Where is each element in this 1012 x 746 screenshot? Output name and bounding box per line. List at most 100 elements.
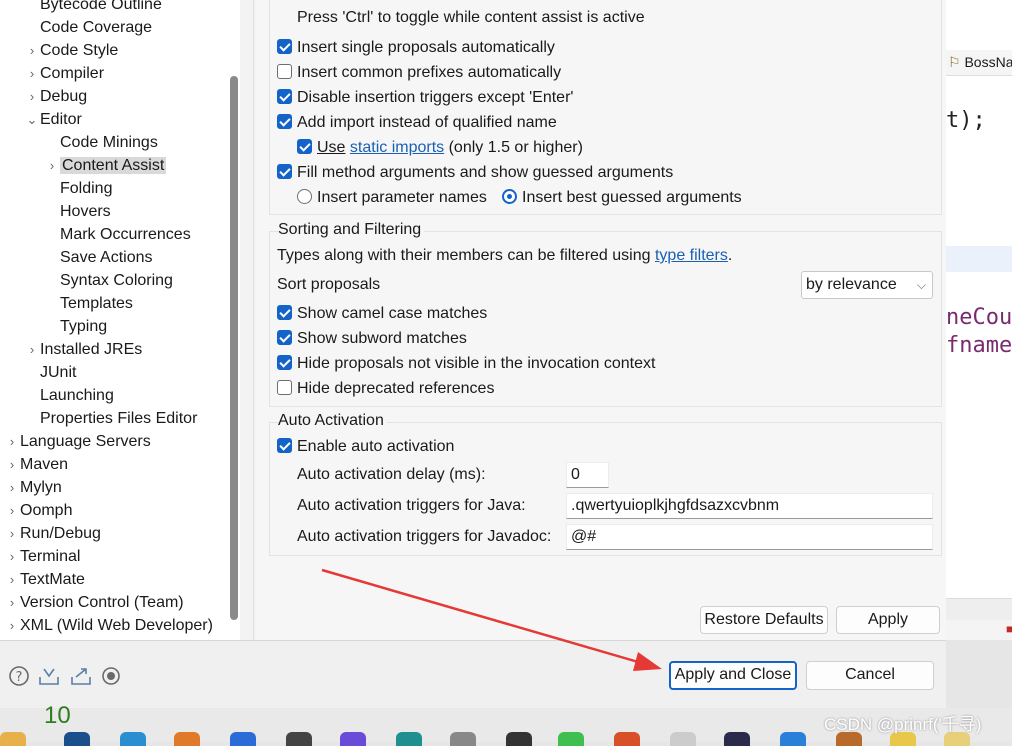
tree-item[interactable]: Typing xyxy=(44,316,107,337)
fill-arguments-checkbox[interactable]: Fill method arguments and show guessed a… xyxy=(277,162,673,184)
camel-case-checkbox[interactable]: Show camel case matches xyxy=(277,303,487,325)
app-icon[interactable] xyxy=(558,732,584,746)
tree-item[interactable]: Bytecode Outline xyxy=(24,0,162,15)
app-icon[interactable] xyxy=(614,732,640,746)
tree-item[interactable]: › TextMate xyxy=(4,569,85,590)
app-icon[interactable] xyxy=(670,732,696,746)
chevron-right-icon[interactable]: › xyxy=(4,454,20,475)
enable-auto-activation-checkbox[interactable]: Enable auto activation xyxy=(277,436,454,458)
tree-item[interactable]: › Run/Debug xyxy=(4,523,101,544)
chevron-right-icon[interactable]: › xyxy=(4,615,20,636)
chevron-down-icon[interactable]: ⌄ xyxy=(24,109,40,130)
tree-item-label: Code Coverage xyxy=(40,19,153,36)
chevron-right-icon[interactable]: › xyxy=(4,569,20,590)
subword-checkbox[interactable]: Show subword matches xyxy=(277,328,467,350)
content-assist-page: Press 'Ctrl' to toggle while content ass… xyxy=(256,0,946,640)
folder-icon[interactable] xyxy=(0,732,26,746)
tree-scrollbar[interactable] xyxy=(230,76,238,620)
chevron-right-icon[interactable]: › xyxy=(4,546,20,567)
static-imports-link[interactable]: static imports xyxy=(350,139,444,156)
app-icon[interactable] xyxy=(286,732,312,746)
chevron-right-icon[interactable]: › xyxy=(44,155,60,176)
editor-tab[interactable]: ⚐ BossNa xyxy=(946,50,1012,76)
hide-deprecated-checkbox[interactable]: Hide deprecated references xyxy=(277,378,494,400)
tree-item[interactable]: Folding xyxy=(44,178,112,199)
tree-item[interactable]: › XML (Wild Web Developer) xyxy=(4,615,213,636)
tree-item[interactable]: › Installed JREs xyxy=(24,339,142,360)
tree-item[interactable]: › Terminal xyxy=(4,546,81,567)
app-icon[interactable] xyxy=(724,732,750,746)
use-static-imports-checkbox[interactable]: Use static imports (only 1.5 or higher) xyxy=(297,137,583,159)
checkbox-label: Insert common prefixes automatically xyxy=(297,64,562,81)
app-icon[interactable] xyxy=(174,732,200,746)
tree-item[interactable]: Properties Files Editor xyxy=(24,408,197,429)
help-icon[interactable]: ? xyxy=(8,665,30,687)
tree-item[interactable]: ⌄ Editor xyxy=(24,109,82,130)
tree-item-label: Editor xyxy=(40,111,82,128)
tree-item[interactable]: Templates xyxy=(44,293,133,314)
tree-item[interactable]: › Maven xyxy=(4,454,68,475)
console-close-icon[interactable]: ■ xyxy=(1006,622,1012,636)
restore-defaults-button[interactable]: Restore Defaults xyxy=(700,606,828,634)
radio-unselected-icon xyxy=(297,189,312,205)
app-icon[interactable] xyxy=(450,732,476,746)
chevron-right-icon[interactable]: › xyxy=(24,40,40,61)
tree-item[interactable]: › Debug xyxy=(24,86,87,107)
app-icon[interactable] xyxy=(64,732,90,746)
tree-item[interactable]: › Content Assist xyxy=(44,155,167,176)
app-icon[interactable] xyxy=(230,732,256,746)
app-icon[interactable] xyxy=(780,732,806,746)
tree-item[interactable]: Syntax Coloring xyxy=(44,270,173,291)
add-import-checkbox[interactable]: Add import instead of qualified name xyxy=(277,112,557,134)
tree-item-label: Language Servers xyxy=(20,433,151,450)
chevron-right-icon[interactable]: › xyxy=(4,592,20,613)
tree-item[interactable]: JUnit xyxy=(24,362,76,383)
tree-item[interactable]: Mark Occurrences xyxy=(44,224,191,245)
javadoc-triggers-input[interactable]: @# xyxy=(566,524,933,550)
chevron-right-icon[interactable]: › xyxy=(4,523,20,544)
sort-proposals-select[interactable]: by relevance ⌵ xyxy=(801,271,933,299)
checkbox-unchecked-icon xyxy=(277,380,292,396)
app-icon[interactable] xyxy=(506,732,532,746)
apply-and-close-button[interactable]: Apply and Close xyxy=(669,661,797,690)
delay-input[interactable]: 0 xyxy=(566,462,609,488)
tree-item[interactable]: Code Minings xyxy=(44,132,158,153)
chevron-right-icon[interactable]: › xyxy=(4,477,20,498)
tree-item[interactable]: › Language Servers xyxy=(4,431,151,452)
javadoc-triggers-label: Auto activation triggers for Javadoc: xyxy=(297,528,552,545)
chevron-right-icon[interactable]: › xyxy=(4,500,20,521)
tree-item[interactable]: Code Coverage xyxy=(24,17,152,38)
insert-best-guessed-radio[interactable]: Insert best guessed arguments xyxy=(502,187,742,209)
record-icon[interactable] xyxy=(100,665,122,687)
chevron-right-icon[interactable]: › xyxy=(4,431,20,452)
tree-item[interactable]: Launching xyxy=(24,385,114,406)
tree-item[interactable]: › Mylyn xyxy=(4,477,62,498)
tree-item[interactable]: Hovers xyxy=(44,201,111,222)
tree-item[interactable]: › Code Style xyxy=(24,40,118,61)
chevron-right-icon[interactable]: › xyxy=(24,63,40,84)
app-icon[interactable] xyxy=(340,732,366,746)
insert-parameter-names-radio[interactable]: Insert parameter names xyxy=(297,187,487,209)
hide-invisible-checkbox[interactable]: Hide proposals not visible in the invoca… xyxy=(277,353,655,375)
java-triggers-label: Auto activation triggers for Java: xyxy=(297,497,526,514)
tree-item[interactable]: › Compiler xyxy=(24,63,104,84)
chevron-right-icon[interactable]: › xyxy=(24,86,40,107)
disable-triggers-checkbox[interactable]: Disable insertion triggers except 'Enter… xyxy=(277,87,573,109)
tree-item[interactable]: › Oomph xyxy=(4,500,73,521)
sash-divider[interactable] xyxy=(240,0,256,640)
app-icon[interactable] xyxy=(120,732,146,746)
tree-item[interactable]: › Version Control (Team) xyxy=(4,592,184,613)
cancel-button[interactable]: Cancel xyxy=(806,661,934,690)
java-triggers-input[interactable]: .qwertyuioplkjhgfdsazxcvbnm xyxy=(566,493,933,519)
tree-item[interactable]: Save Actions xyxy=(44,247,153,268)
import-icon[interactable] xyxy=(38,665,60,687)
type-filters-link[interactable]: type filters xyxy=(655,247,728,264)
export-icon[interactable] xyxy=(70,665,92,687)
checkbox-checked-icon xyxy=(277,438,292,454)
app-icon[interactable] xyxy=(396,732,422,746)
tree-item-label: XML (Wild Web Developer) xyxy=(20,617,213,634)
apply-button[interactable]: Apply xyxy=(836,606,940,634)
insert-prefixes-checkbox[interactable]: Insert common prefixes automatically xyxy=(277,62,561,84)
insert-single-checkbox[interactable]: Insert single proposals automatically xyxy=(277,37,555,59)
chevron-right-icon[interactable]: › xyxy=(24,339,40,360)
